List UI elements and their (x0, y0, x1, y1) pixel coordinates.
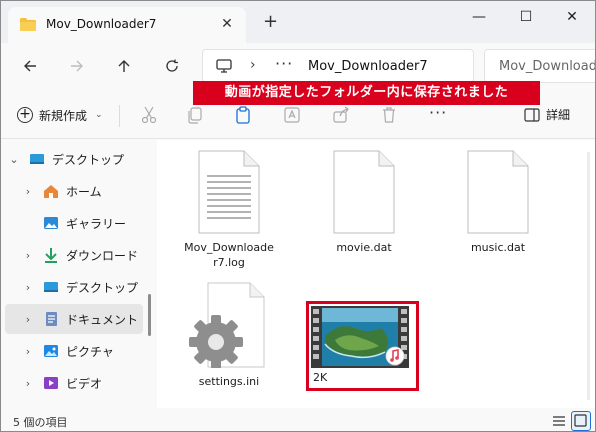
title-bar: Mov_Downloader7 ✕ + — ☐ ✕ (1, 1, 595, 43)
divider (119, 105, 120, 127)
file-name: music.dat (470, 241, 526, 254)
minimize-button[interactable]: — (456, 1, 502, 35)
sidebar-item-gallery[interactable]: › ギャラリー (1, 208, 149, 238)
breadcrumb-current[interactable]: Mov_Downloader7 (308, 59, 428, 74)
status-bar: 5 個の項目 (1, 408, 595, 431)
folder-icon (20, 18, 36, 31)
gear-icon (189, 315, 243, 368)
chevron-right-icon[interactable]: › (21, 249, 35, 262)
plus-circle-icon: + (17, 107, 33, 123)
tab-mov-downloader[interactable]: Mov_Downloader7 ✕ (8, 7, 246, 43)
file-name: movie.dat (336, 241, 392, 254)
explorer-window: Mov_Downloader7 ✕ + — ☐ ✕ › ··· Mov_Down… (0, 0, 596, 432)
sidebar-item-label: デスクトップ (52, 152, 125, 167)
download-icon (45, 248, 57, 263)
share-icon[interactable] (331, 105, 351, 125)
large-icons-view-icon (574, 414, 587, 427)
sidebar-scrollbar[interactable] (148, 294, 151, 336)
rename-icon[interactable] (282, 105, 302, 125)
settings-file-icon (189, 282, 265, 368)
up-arrow-icon[interactable] (111, 53, 137, 79)
sidebar-item-videos[interactable]: › ビデオ (1, 368, 149, 398)
highlight-box (306, 301, 419, 391)
new-tab-button[interactable]: + (263, 13, 278, 31)
address-bar[interactable]: › ··· Mov_Downloader7 (202, 49, 474, 83)
desktop-icon (30, 154, 44, 164)
blank-file-icon (467, 150, 529, 234)
delete-icon[interactable] (379, 105, 399, 125)
sidebar-item-downloads[interactable]: › ダウンロード (1, 240, 149, 270)
sidebar-item-desktop[interactable]: › デスクトップ (1, 272, 149, 302)
chevron-right-icon[interactable]: › (21, 281, 35, 294)
more-options-button[interactable]: ··· (429, 103, 447, 122)
close-window-button[interactable]: ✕ (549, 1, 595, 35)
file-item-music[interactable]: music.dat (443, 150, 553, 255)
close-tab-icon[interactable]: ✕ (218, 15, 236, 33)
large-icons-view-button[interactable] (571, 411, 591, 431)
chevron-right-icon[interactable]: › (21, 185, 35, 198)
cut-icon[interactable] (139, 105, 159, 125)
sidebar-item-pictures[interactable]: › ピクチャ (1, 336, 149, 366)
copy-icon[interactable] (185, 105, 205, 125)
tab-title: Mov_Downloader7 (46, 17, 157, 31)
sidebar-item-documents[interactable]: › ドキュメント (5, 304, 143, 334)
sidebar-item-label: ドキュメント (66, 312, 139, 327)
file-item-movie[interactable]: movie.dat (309, 150, 419, 255)
monitor-icon (216, 59, 232, 73)
maximize-button[interactable]: ☐ (503, 1, 549, 35)
paste-icon[interactable] (233, 105, 253, 125)
file-name: Mov_Downloade r7.log (184, 241, 274, 269)
desktop-icon (44, 282, 58, 292)
chevron-right-icon[interactable]: › (21, 313, 35, 326)
sidebar-item-label: ダウンロード (66, 248, 139, 263)
breadcrumb-overflow-button[interactable]: ··· (275, 54, 293, 73)
gallery-icon (44, 217, 58, 229)
forward-arrow-icon[interactable] (64, 53, 90, 79)
blank-file-icon (333, 150, 395, 234)
new-button[interactable]: + 新規作成 ⌄ (17, 104, 103, 126)
sidebar-item-label: ホーム (66, 184, 102, 199)
chevron-right-icon[interactable]: › (21, 345, 35, 358)
chevron-down-icon[interactable]: ⌄ (7, 153, 21, 166)
refresh-icon[interactable] (159, 53, 185, 79)
details-pane-button[interactable]: 詳細 (524, 106, 570, 123)
video-icon (44, 377, 58, 389)
home-icon (44, 185, 58, 198)
file-item-settings[interactable]: settings.ini (174, 282, 284, 389)
sidebar-item-label: デスクトップ (66, 280, 139, 295)
sidebar-item-label: ギャラリー (66, 216, 127, 231)
info-banner: 動画が指定したフォルダー内に保存されました (193, 81, 540, 105)
details-label: 詳細 (546, 108, 571, 122)
new-button-label: 新規作成 (39, 108, 88, 123)
sidebar-item-label: ピクチャ (66, 344, 114, 359)
details-view-icon[interactable] (549, 411, 569, 431)
chevron-right-icon[interactable]: › (250, 57, 256, 73)
search-placeholder: Mov_Download (499, 59, 596, 74)
details-pane-icon (524, 107, 540, 122)
sidebar-item-desktop-root[interactable]: ⌄ デスクトップ (1, 144, 149, 174)
chevron-right-icon[interactable]: › (21, 377, 35, 390)
navigation-pane: ⌄ デスクトップ › ホーム › ギャラリー › ダウンロード › デスクトップ… (1, 140, 156, 408)
file-item-log[interactable]: Mov_Downloade r7.log (174, 150, 284, 270)
file-name: settings.ini (198, 375, 260, 388)
document-icon (46, 312, 57, 326)
file-list-scrollbar[interactable] (587, 152, 590, 400)
sidebar-item-label: ビデオ (66, 376, 103, 391)
chevron-down-icon: ⌄ (95, 110, 103, 120)
pictures-icon (44, 345, 58, 357)
back-arrow-icon[interactable] (17, 53, 43, 79)
item-count: 5 個の項目 (13, 416, 68, 429)
sidebar-item-home[interactable]: › ホーム (1, 176, 149, 206)
text-file-icon (198, 150, 260, 234)
search-box[interactable]: Mov_Download (484, 49, 596, 83)
